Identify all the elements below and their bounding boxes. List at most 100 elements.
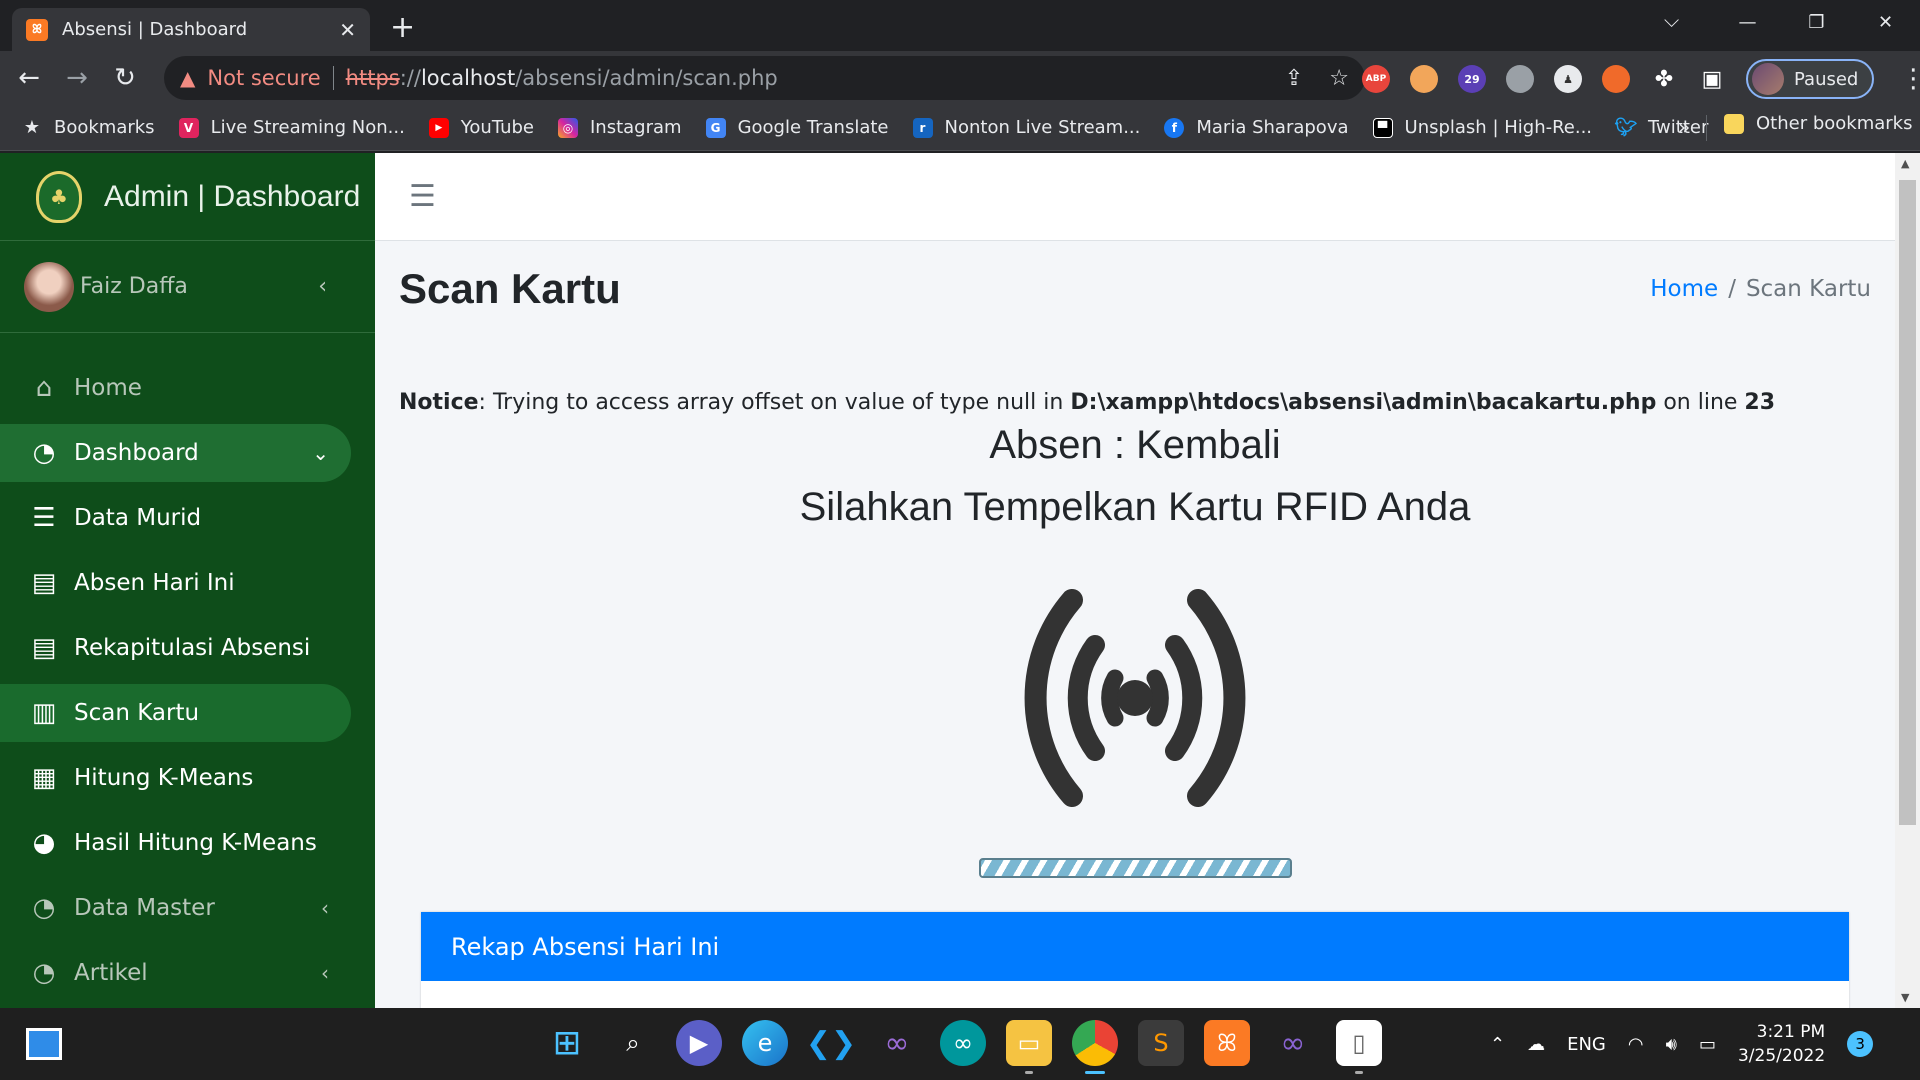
- visual-studio-purple-icon[interactable]: ∞: [1270, 1020, 1316, 1066]
- sidebar-item-home[interactable]: ⌂ Home: [0, 359, 351, 417]
- windows-start-icon[interactable]: ⊞: [544, 1020, 590, 1066]
- back-button[interactable]: ←: [10, 59, 48, 97]
- unsplash-icon: ▀: [1372, 117, 1393, 138]
- sidebar-item-hasil-hitung-k-means[interactable]: ◕ Hasil Hitung K-Means: [0, 814, 351, 872]
- breadcrumb-separator: /: [1728, 275, 1736, 302]
- input-language[interactable]: ENG: [1567, 1034, 1606, 1055]
- address-bar[interactable]: ▲ Not secure https :// localhost /absens…: [164, 56, 1365, 100]
- puzzle-extensions-icon[interactable]: ✤: [1650, 65, 1678, 93]
- url-host: localhost: [420, 66, 516, 90]
- browser-tab-strip: ꕤ Absensi | Dashboard ✕ + ⌵ — ❐ ✕: [0, 0, 1920, 51]
- absen-mode-heading: Absen : Kembali: [989, 423, 1281, 467]
- bookmark-item[interactable]: G Google Translate: [705, 117, 889, 138]
- hamburger-menu-icon[interactable]: ☰: [409, 179, 436, 214]
- content-header: Scan Kartu Home / Scan Kartu: [375, 241, 1895, 336]
- search-icon[interactable]: ⌕: [610, 1020, 656, 1066]
- bookmark-item[interactable]: ▀ Unsplash | High-Re...: [1372, 117, 1592, 138]
- chevron-up-icon[interactable]: ⌃: [1490, 1034, 1505, 1055]
- clock[interactable]: 3:21 PM 3/25/2022: [1738, 1020, 1825, 1068]
- url-separator: ://: [399, 66, 421, 90]
- reload-button[interactable]: ↻: [106, 59, 144, 97]
- arduino-icon[interactable]: ∞: [940, 1020, 986, 1066]
- bookmarks-bar: ★ Bookmarks V Live Streaming Non... ▶ YouTu…: [0, 105, 1920, 151]
- url-protocol: https: [345, 66, 400, 90]
- sidebar-item-artikel[interactable]: ◔ Artikel ‹: [0, 944, 351, 1002]
- extension-user-icon[interactable]: ♟: [1554, 65, 1582, 93]
- user-name: Faiz Daffa: [80, 274, 188, 299]
- volume-icon[interactable]: 🔊︎: [1666, 1034, 1677, 1055]
- sidebar-item-data-murid[interactable]: ☰ Data Murid: [0, 489, 351, 547]
- new-tab-button[interactable]: +: [390, 10, 415, 45]
- other-bookmarks-folder[interactable]: Other bookmarks: [1724, 113, 1912, 134]
- wifi-icon[interactable]: ◠: [1628, 1034, 1644, 1055]
- twitter-icon: 🐦︎: [1614, 117, 1638, 138]
- sidebar-item-dashboard[interactable]: ◔ Dashboard ⌄: [0, 424, 351, 482]
- more-menu-icon[interactable]: ⋮: [1900, 64, 1920, 94]
- security-status[interactable]: Not secure: [207, 66, 320, 90]
- notice-label: Notice: [399, 390, 479, 415]
- restore-button[interactable]: ❐: [1782, 0, 1851, 44]
- edge-browser-icon[interactable]: e: [742, 1020, 788, 1066]
- sidebar-item-data-master[interactable]: ◔ Data Master ‹: [0, 879, 351, 937]
- bookmarks-divider: [1706, 115, 1707, 141]
- scroll-thumb[interactable]: [1899, 180, 1916, 825]
- extension-shield-icon[interactable]: [1506, 65, 1534, 93]
- bookmark-item[interactable]: V Live Streaming Non...: [178, 117, 405, 138]
- extension-flame-icon[interactable]: [1602, 65, 1630, 93]
- book-icon: ▤: [31, 633, 57, 663]
- bookmark-item[interactable]: r Nonton Live Stream...: [912, 117, 1140, 138]
- chevron-left-icon: ‹: [321, 896, 329, 920]
- xampp-favicon-icon: ꕤ: [26, 18, 48, 41]
- vscode-icon[interactable]: ❮❯: [806, 1020, 856, 1066]
- forward-button[interactable]: →: [58, 59, 96, 97]
- chevron-left-icon[interactable]: ‹: [318, 274, 327, 299]
- chrome-icon[interactable]: [1072, 1020, 1118, 1074]
- sidebar-item-label: Dashboard: [74, 440, 199, 466]
- tab-search-icon[interactable]: ⌵: [1664, 8, 1679, 32]
- scroll-down-arrow-icon[interactable]: ▼: [1901, 991, 1909, 1004]
- extension-shield-orange-icon[interactable]: [1410, 65, 1438, 93]
- sidebar-item-hitung-k-means[interactable]: ▦ Hitung K-Means: [0, 749, 351, 807]
- bookmark-item[interactable]: ▶ YouTube: [428, 117, 534, 138]
- bookmark-item[interactable]: 🐦︎ Twitter: [1614, 117, 1709, 138]
- bookmark-item[interactable]: f Maria Sharapova: [1164, 117, 1349, 138]
- bookmark-item[interactable]: ★ Bookmarks: [22, 117, 155, 138]
- clock-time: 3:21 PM: [1756, 1022, 1826, 1042]
- php-notice: Notice: Trying to access array offset on…: [399, 390, 1775, 415]
- onedrive-cloud-icon[interactable]: ☁: [1527, 1034, 1545, 1055]
- sidebar-item-absen-hari-ini[interactable]: ▤ Absen Hari Ini: [0, 554, 351, 612]
- browser-tab-active[interactable]: ꕤ Absensi | Dashboard ✕: [12, 8, 370, 51]
- tab-close-icon[interactable]: ✕: [339, 18, 356, 42]
- book-icon: ▤: [31, 568, 57, 598]
- share-icon[interactable]: ⇪: [1285, 66, 1303, 91]
- page-scrollbar[interactable]: ▲ ▼: [1895, 153, 1920, 1008]
- bookmark-item[interactable]: ◎ Instagram: [558, 117, 682, 138]
- sidebar-item-rekapitulasi-absensi[interactable]: ▤ Rekapitulasi Absensi: [0, 619, 351, 677]
- close-window-button[interactable]: ✕: [1851, 0, 1920, 44]
- pie-chart-icon: ◕: [32, 828, 56, 858]
- scroll-up-arrow-icon[interactable]: ▲: [1901, 157, 1909, 170]
- tab-title: Absensi | Dashboard: [62, 19, 248, 40]
- breadcrumb-home-link[interactable]: Home: [1650, 276, 1718, 302]
- notepad-file-icon[interactable]: ▯: [1336, 1020, 1382, 1074]
- sublime-text-icon[interactable]: S: [1138, 1020, 1184, 1066]
- user-panel[interactable]: Faiz Daffa ‹: [0, 241, 375, 333]
- battery-icon[interactable]: ▭: [1699, 1034, 1716, 1055]
- profile-button[interactable]: Paused: [1746, 59, 1875, 99]
- widgets-icon[interactable]: [26, 1028, 62, 1060]
- side-panel-icon[interactable]: ▣: [1698, 65, 1726, 93]
- visual-studio-icon[interactable]: ∞: [874, 1020, 920, 1066]
- file-explorer-icon[interactable]: ▭: [1006, 1020, 1052, 1074]
- adblock-plus-icon[interactable]: ABP: [1362, 65, 1390, 93]
- teams-chat-icon[interactable]: ▶: [676, 1020, 722, 1066]
- xampp-icon[interactable]: ꕤ: [1204, 1020, 1250, 1066]
- notification-badge[interactable]: 3: [1847, 1031, 1874, 1057]
- brand-link[interactable]: ♣ Admin | Dashboard: [0, 153, 375, 241]
- minimize-button[interactable]: —: [1713, 0, 1782, 44]
- bookmark-star-icon[interactable]: ☆: [1329, 66, 1349, 91]
- extension-badge-icon[interactable]: 29: [1458, 65, 1486, 93]
- warning-triangle-icon[interactable]: ▲: [180, 66, 195, 90]
- sidebar-item-scan-kartu[interactable]: ▥ Scan Kartu: [0, 684, 351, 742]
- bookmarks-overflow-button[interactable]: »: [1678, 115, 1690, 139]
- school-crest-logo: ♣: [36, 170, 82, 223]
